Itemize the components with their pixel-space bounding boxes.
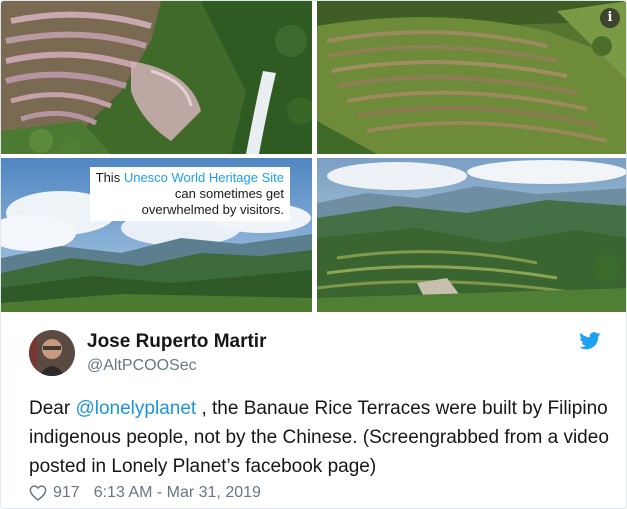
timestamp[interactable]: 6:13 AM - Mar 31, 2019 [94,484,261,502]
caption-line-3: overwhelmed by visitors. [141,202,284,217]
video-caption: This Unesco World Heritage Site can some… [89,167,290,221]
like-count[interactable]: 917 [53,484,80,502]
tweet-text: Dear @lonelyplanet , the Banaue Rice Ter… [29,394,609,481]
author-handle[interactable]: @AltPCOOSec [87,357,197,375]
photo-terraces-slope[interactable]: i [317,1,626,154]
tweet-card: i This Unesco World Heritage Site can so… [0,0,627,509]
photo-terraces-river[interactable] [1,1,312,154]
heart-icon[interactable] [29,485,47,501]
tweet-footer: 917 6:13 AM - Mar 31, 2019 [29,482,261,504]
media-grid: i This Unesco World Heritage Site can so… [1,1,626,312]
caption-line-2: can sometimes get [174,186,284,201]
author-name[interactable]: Jose Ruperto Martir [87,331,266,353]
mention-link[interactable]: @lonelyplanet [75,398,196,419]
twitter-bird-icon[interactable] [579,332,601,350]
tweet-body: Jose Ruperto Martir @AltPCOOSec Dear @lo… [1,312,626,508]
caption-highlight: Unesco World Heritage Site [123,170,284,185]
avatar[interactable] [29,330,75,376]
caption-prefix: This [95,170,121,185]
tweet-text-prefix: Dear [29,398,76,419]
photo-valley-terraces[interactable] [317,158,626,312]
info-icon[interactable]: i [600,8,620,28]
photo-mountain-panorama[interactable]: This Unesco World Heritage Site can some… [1,158,312,312]
